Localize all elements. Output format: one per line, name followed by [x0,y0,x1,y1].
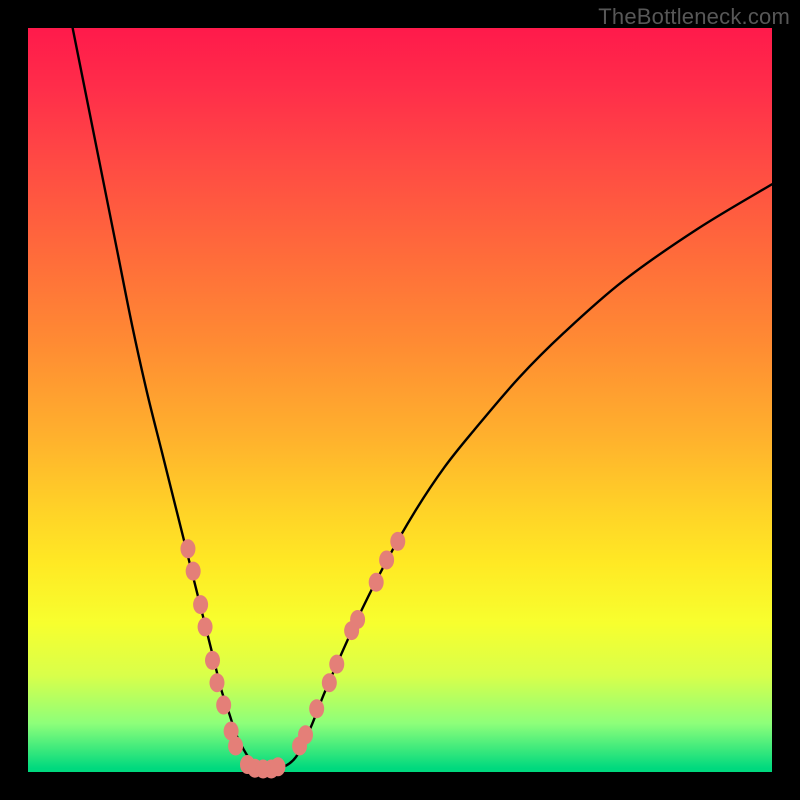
curve-marker [329,655,344,674]
curve-marker [350,610,365,629]
curve-marker [198,617,213,636]
curve-marker [270,757,285,776]
curve-marker [193,595,208,614]
curve-marker [180,539,195,558]
curve-marker [369,573,384,592]
curve-marker [390,532,405,551]
bottleneck-curve [73,28,772,770]
curve-marker [205,651,220,670]
curve-markers [180,532,405,779]
curve-marker [379,550,394,569]
curve-marker [309,699,324,718]
chart-plot-area [28,28,772,772]
curve-marker [186,562,201,581]
chart-frame: TheBottleneck.com [0,0,800,800]
curve-marker [216,696,231,715]
watermark-text: TheBottleneck.com [598,4,790,30]
curve-marker [322,673,337,692]
curve-marker [298,725,313,744]
curve-marker [209,673,224,692]
chart-svg [28,28,772,772]
curve-marker [228,736,243,755]
